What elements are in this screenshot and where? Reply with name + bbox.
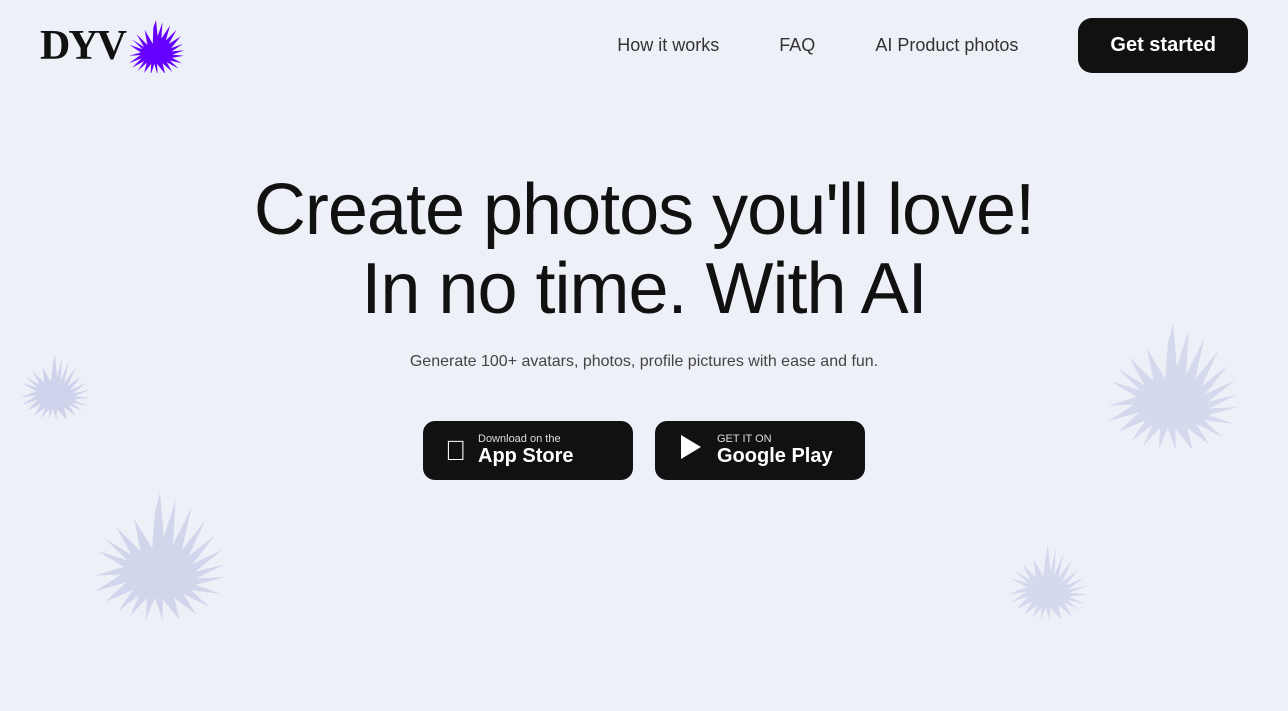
app-store-label-small: Download on the — [478, 433, 561, 445]
google-play-icon — [677, 433, 705, 468]
google-play-button[interactable]: GET IT ON Google Play — [655, 421, 865, 480]
google-play-label-small: GET IT ON — [717, 433, 772, 445]
app-buttons:  Download on the App Store GET IT ON Go… — [0, 421, 1288, 480]
logo-text: DYV — [40, 22, 125, 70]
app-store-label-large: App Store — [478, 445, 574, 468]
nav-faq[interactable]: FAQ — [779, 35, 815, 56]
hero-section: Create photos you'll love! In no time. W… — [0, 91, 1288, 480]
navbar: DYV How it works FAQ AI Product photos G… — [0, 0, 1288, 91]
hero-title-line1: Create photos you'll love! — [254, 170, 1034, 250]
nav-how-it-works[interactable]: How it works — [617, 35, 719, 56]
get-started-button[interactable]: Get started — [1078, 18, 1248, 73]
apple-icon:  — [445, 435, 466, 467]
hero-subtitle: Generate 100+ avatars, photos, profile p… — [0, 353, 1288, 371]
nav-links: How it works FAQ AI Product photos — [617, 35, 1018, 56]
hero-title: Create photos you'll love! In no time. W… — [0, 171, 1288, 329]
nav-ai-product-photos[interactable]: AI Product photos — [875, 35, 1018, 56]
logo-burst-icon — [129, 19, 183, 73]
google-play-label-large: Google Play — [717, 445, 833, 468]
app-store-button[interactable]:  Download on the App Store — [423, 421, 633, 480]
logo: DYV — [40, 19, 183, 73]
hero-title-line2: In no time. With AI — [361, 249, 926, 329]
